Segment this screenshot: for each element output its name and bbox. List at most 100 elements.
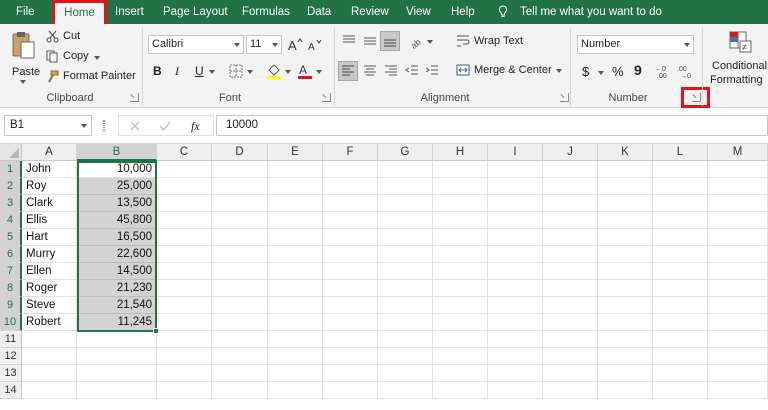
cell-E12[interactable] — [268, 348, 323, 365]
cell-I13[interactable] — [488, 365, 543, 382]
align-middle-icon[interactable] — [363, 34, 377, 48]
cell-L4[interactable] — [653, 212, 708, 229]
cell-L12[interactable] — [653, 348, 708, 365]
underline-dropdown-icon[interactable] — [209, 70, 215, 74]
tab-page-layout[interactable]: Page Layout — [163, 0, 228, 24]
cell-M9[interactable] — [708, 297, 768, 314]
cell-F4[interactable] — [323, 212, 378, 229]
cell-A1[interactable]: John — [22, 161, 77, 178]
fill-handle[interactable] — [153, 328, 159, 334]
cell-L9[interactable] — [653, 297, 708, 314]
column-header[interactable]: D — [212, 144, 268, 161]
cell-A12[interactable] — [22, 348, 77, 365]
cell-E14[interactable] — [268, 382, 323, 399]
enter-icon[interactable] — [159, 120, 171, 132]
cell-J9[interactable] — [543, 297, 598, 314]
cell-K7[interactable] — [598, 263, 653, 280]
cell-G12[interactable] — [378, 348, 433, 365]
row-header[interactable]: 7 — [0, 263, 22, 280]
cell-B3[interactable]: 13,500 — [77, 195, 157, 212]
cell-D2[interactable] — [212, 178, 268, 195]
cell-G3[interactable] — [378, 195, 433, 212]
cell-J14[interactable] — [543, 382, 598, 399]
cell-B7[interactable]: 14,500 — [77, 263, 157, 280]
increase-decimal-icon[interactable]: ←0.00 — [655, 63, 673, 79]
cell-I7[interactable] — [488, 263, 543, 280]
name-box[interactable]: B1 — [4, 115, 92, 136]
cell-J12[interactable] — [543, 348, 598, 365]
number-format-select[interactable]: Number — [577, 35, 694, 54]
cell-J7[interactable] — [543, 263, 598, 280]
cell-D13[interactable] — [212, 365, 268, 382]
cell-H1[interactable] — [433, 161, 488, 178]
cell-J4[interactable] — [543, 212, 598, 229]
cell-B5[interactable]: 16,500 — [77, 229, 157, 246]
cell-I5[interactable] — [488, 229, 543, 246]
cell-F11[interactable] — [323, 331, 378, 348]
font-dialog-launcher-icon[interactable] — [322, 93, 331, 102]
cell-C9[interactable] — [157, 297, 212, 314]
column-header[interactable]: L — [653, 144, 708, 161]
cell-K13[interactable] — [598, 365, 653, 382]
align-top-icon[interactable] — [342, 34, 356, 48]
cell-C10[interactable] — [157, 314, 212, 331]
row-header[interactable]: 14 — [0, 382, 22, 399]
cell-H7[interactable] — [433, 263, 488, 280]
cell-L10[interactable] — [653, 314, 708, 331]
cell-H5[interactable] — [433, 229, 488, 246]
cell-A6[interactable]: Murry — [22, 246, 77, 263]
cell-C7[interactable] — [157, 263, 212, 280]
cell-F3[interactable] — [323, 195, 378, 212]
alignment-dialog-launcher-icon[interactable] — [560, 93, 569, 102]
cell-F1[interactable] — [323, 161, 378, 178]
underline-icon[interactable]: U — [195, 64, 204, 78]
decrease-decimal-icon[interactable]: .00→0 — [677, 63, 695, 79]
cell-F6[interactable] — [323, 246, 378, 263]
cell-I2[interactable] — [488, 178, 543, 195]
cell-F9[interactable] — [323, 297, 378, 314]
cell-A11[interactable] — [22, 331, 77, 348]
cell-G6[interactable] — [378, 246, 433, 263]
cell-H8[interactable] — [433, 280, 488, 297]
cell-L14[interactable] — [653, 382, 708, 399]
cell-M11[interactable] — [708, 331, 768, 348]
cell-L1[interactable] — [653, 161, 708, 178]
tab-formulas[interactable]: Formulas — [242, 0, 294, 24]
row-header[interactable]: 13 — [0, 365, 22, 382]
cell-M10[interactable] — [708, 314, 768, 331]
row-header[interactable]: 3 — [0, 195, 22, 212]
row-header[interactable]: 12 — [0, 348, 22, 365]
cell-J3[interactable] — [543, 195, 598, 212]
cell-L11[interactable] — [653, 331, 708, 348]
wrap-text-button[interactable]: Wrap Text — [456, 34, 526, 50]
cell-L2[interactable] — [653, 178, 708, 195]
cell-D5[interactable] — [212, 229, 268, 246]
cell-B9[interactable]: 21,540 — [77, 297, 157, 314]
cell-F7[interactable] — [323, 263, 378, 280]
cell-D1[interactable] — [212, 161, 268, 178]
column-header[interactable]: B — [77, 144, 157, 161]
row-header[interactable]: 11 — [0, 331, 22, 348]
cell-J2[interactable] — [543, 178, 598, 195]
column-header[interactable]: M — [708, 144, 768, 161]
cell-A13[interactable] — [22, 365, 77, 382]
cancel-icon[interactable] — [129, 120, 141, 132]
cell-B8[interactable]: 21,230 — [77, 280, 157, 297]
format-painter-button[interactable]: Format Painter — [46, 69, 136, 85]
cell-L5[interactable] — [653, 229, 708, 246]
cell-M5[interactable] — [708, 229, 768, 246]
cell-D12[interactable] — [212, 348, 268, 365]
cell-B1[interactable]: 10,000 — [77, 161, 157, 178]
cell-D10[interactable] — [212, 314, 268, 331]
cell-E6[interactable] — [268, 246, 323, 263]
insert-function-button[interactable]: fx — [191, 119, 200, 134]
cell-E4[interactable] — [268, 212, 323, 229]
orientation-dropdown-icon[interactable] — [427, 40, 433, 44]
cell-M12[interactable] — [708, 348, 768, 365]
cell-E2[interactable] — [268, 178, 323, 195]
font-name-select[interactable]: Calibri — [148, 35, 244, 54]
cell-A9[interactable]: Steve — [22, 297, 77, 314]
cell-K10[interactable] — [598, 314, 653, 331]
column-header[interactable]: E — [268, 144, 323, 161]
cell-G8[interactable] — [378, 280, 433, 297]
